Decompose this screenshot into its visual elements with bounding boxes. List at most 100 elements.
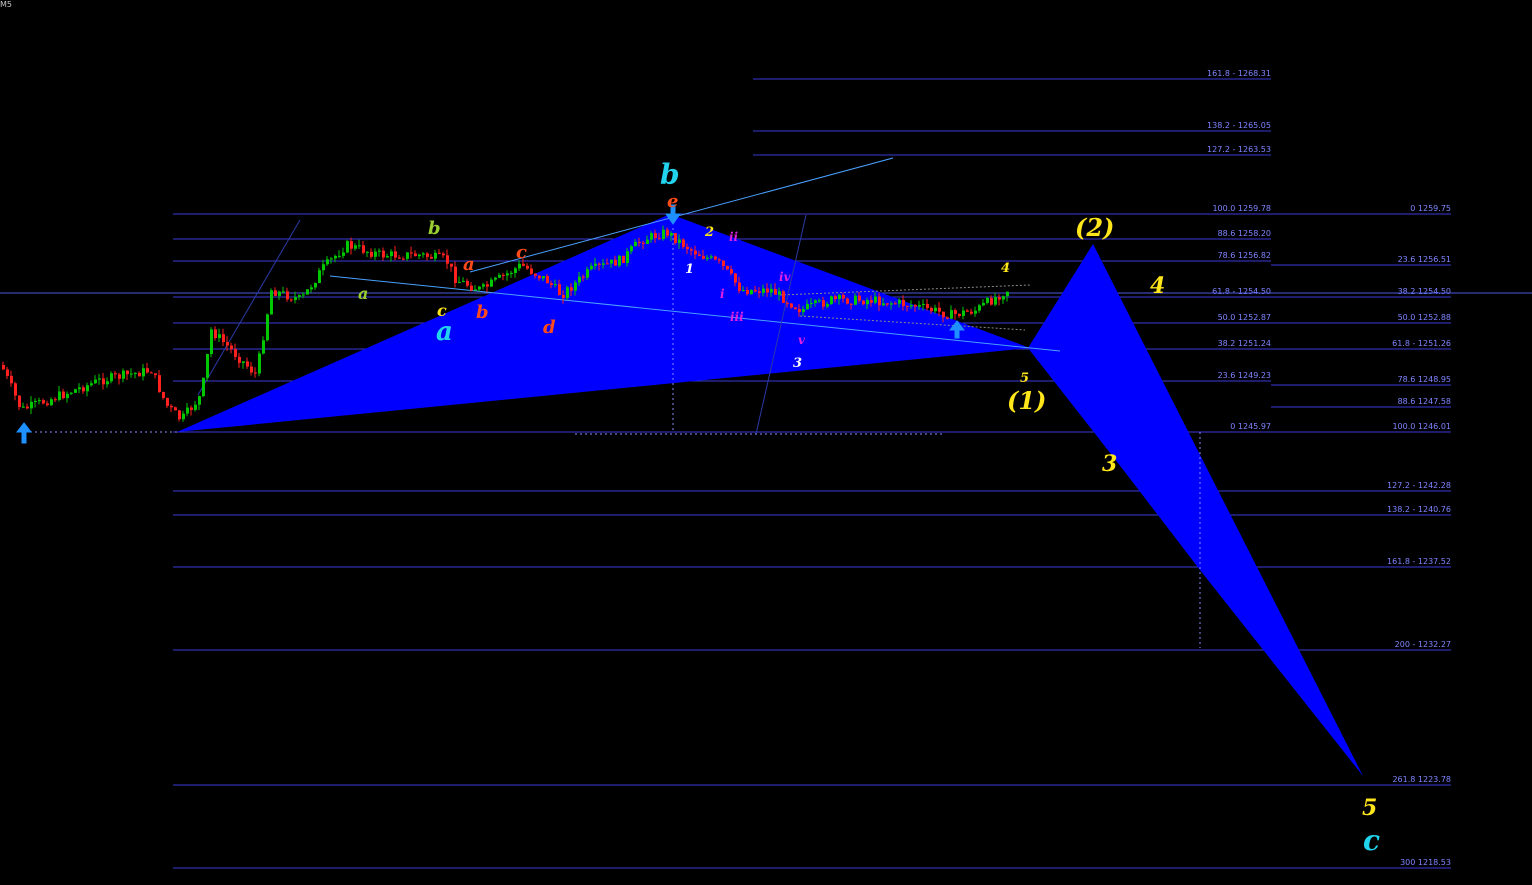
candle-body-214	[858, 295, 861, 301]
candle-body-136	[546, 276, 549, 284]
candle-body-96	[386, 256, 389, 258]
candle-body-27	[110, 373, 113, 382]
candle-body-150	[602, 263, 605, 265]
candle-body-208	[834, 296, 837, 299]
candle-body-15	[62, 391, 65, 399]
candle-body-108	[434, 252, 437, 259]
candle-body-93	[374, 251, 377, 257]
candle-body-39	[158, 375, 161, 392]
candle-body-42	[170, 405, 173, 408]
candle-body-175	[702, 255, 705, 259]
candle-body-209	[838, 295, 841, 299]
candle-body-207	[830, 296, 833, 304]
candle-body-51	[206, 354, 209, 378]
chart-area[interactable]: M5 161.8 - 1268.31 138.2 - 1265.05 127.2 -…	[0, 0, 1532, 881]
candle-body-7	[30, 401, 33, 409]
candle-body-60	[242, 361, 245, 363]
candle-body-119	[478, 286, 481, 290]
candle-body-19	[78, 387, 81, 390]
candle-body-172	[690, 249, 693, 251]
price-chart[interactable]: 161.8 - 1268.31 138.2 - 1265.05 127.2 - 12…	[0, 0, 1532, 881]
candle-body-0	[2, 365, 5, 370]
candle-body-226	[906, 306, 909, 308]
fib-left-label-3: 100.0 1259.78	[1212, 204, 1271, 213]
candle-body-237	[950, 310, 953, 319]
candle-body-14	[58, 391, 61, 400]
candle-body-20	[82, 387, 85, 392]
candle-body-168	[674, 233, 677, 243]
candle-body-141	[566, 287, 569, 298]
candle-body-192	[770, 288, 773, 293]
candle-body-38	[154, 373, 157, 376]
candle-body-230	[922, 303, 925, 305]
candle-body-26	[106, 381, 109, 385]
candle-body-160	[642, 242, 645, 244]
candle-body-63	[254, 372, 257, 374]
wave-label-5: 5	[1020, 371, 1029, 386]
candle-body-86	[346, 241, 349, 253]
candle-body-65	[262, 340, 265, 354]
wave-label-roman-iv: iv	[779, 270, 792, 284]
candle-body-44	[178, 410, 181, 420]
candle-body-128	[514, 268, 517, 273]
candle-body-216	[866, 300, 869, 305]
candle-body-163	[654, 233, 657, 239]
candle-body-25	[102, 378, 105, 385]
candle-body-109	[438, 252, 441, 254]
candle-body-210	[842, 295, 845, 299]
candle-body-206	[826, 303, 829, 307]
fib-right-label-5: 78.6 1248.95	[1398, 375, 1451, 384]
candle-body-87	[350, 241, 353, 249]
candle-body-127	[510, 272, 513, 274]
wave-label-major-a: a	[436, 317, 453, 347]
candle-body-48	[194, 404, 197, 410]
candle-body-59	[238, 356, 241, 363]
candle-body-162	[650, 233, 653, 240]
candle-body-147	[590, 265, 593, 270]
candle-body-106	[426, 253, 429, 257]
candle-body-161	[646, 239, 649, 244]
fib-left-label-8: 38.2 1251.24	[1218, 339, 1271, 348]
candle-body-35	[142, 368, 145, 377]
candle-body-129	[518, 263, 521, 269]
candle-body-167	[670, 233, 673, 236]
candle-body-1	[6, 369, 9, 376]
candle-body-138	[554, 284, 557, 286]
timeframe-label: M5	[0, 0, 12, 9]
candle-body-62	[250, 366, 253, 373]
candle-body-203	[814, 300, 817, 304]
wave-label-roman-i: i	[720, 287, 725, 301]
candle-body-76	[306, 289, 309, 295]
candle-body-243	[974, 310, 977, 314]
wave-label-4: 4	[1001, 261, 1010, 276]
fib-right-label-12: 261.8 1223.78	[1392, 775, 1451, 784]
candle-body-217	[870, 300, 873, 303]
candle-body-178	[714, 256, 717, 260]
candle-body-18	[74, 389, 77, 393]
candle-body-52	[210, 329, 213, 355]
candle-body-249	[998, 297, 1001, 300]
fib-right-label-7: 100.0 1246.01	[1392, 422, 1451, 431]
candle-body-191	[766, 288, 769, 293]
candle-body-73	[294, 297, 297, 300]
candle-body-159	[638, 241, 641, 243]
candle-body-250	[1002, 296, 1005, 300]
candle-body-92	[370, 251, 373, 257]
candle-body-31	[126, 370, 129, 375]
fib-right-label-3: 50.0 1252.88	[1398, 313, 1451, 322]
candle-body-113	[454, 266, 457, 283]
candle-body-224	[898, 299, 901, 304]
candle-body-228	[914, 305, 917, 307]
candle-body-9	[38, 400, 41, 402]
candle-body-189	[758, 291, 761, 293]
candle-body-10	[42, 400, 45, 404]
candle-body-110	[442, 253, 445, 256]
candle-body-134	[538, 275, 541, 279]
wave-label-proj-3: 3	[1102, 451, 1117, 477]
candle-body-102	[410, 252, 413, 254]
candle-body-23	[94, 379, 97, 384]
candle-body-245	[982, 302, 985, 306]
candle-body-188	[754, 289, 757, 292]
candle-body-152	[610, 259, 613, 264]
candle-body-132	[530, 268, 533, 274]
